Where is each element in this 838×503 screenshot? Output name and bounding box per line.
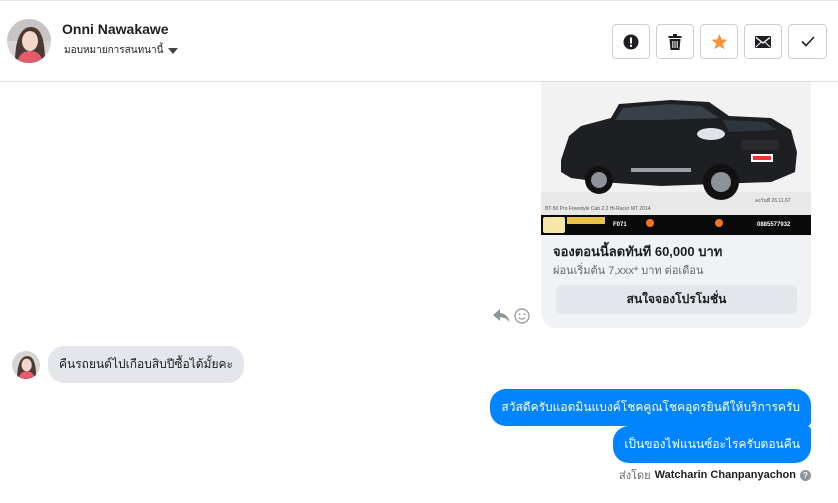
mark-spam-button[interactable] xyxy=(612,24,650,59)
promo-card: BT-50 Pro Freestyle Cab 2.2 Hi-Racer MT … xyxy=(541,82,811,328)
outgoing-message-bubble[interactable]: สวัสดีครับแอดมินแบงค์โชคคูณโชคอุดรยินดีใ… xyxy=(490,389,811,426)
reply-icon[interactable] xyxy=(493,309,510,323)
assign-label: มอบหมายการสนทนานี้ xyxy=(64,45,164,56)
contact-avatar[interactable] xyxy=(7,19,51,63)
exclamation-circle-icon xyxy=(623,34,639,49)
image-code: F071 xyxy=(613,222,627,228)
conversation-actions xyxy=(612,24,827,59)
promo-image[interactable]: BT-50 Pro Freestyle Cab 2.2 Hi-Racer MT … xyxy=(541,82,811,235)
message-tools xyxy=(493,308,530,324)
delete-button[interactable] xyxy=(656,24,694,59)
react-emoji-icon[interactable] xyxy=(514,308,530,324)
promo-subtitle: ผ่อนเริ่มต้น 7,xxx* บาท ต่อเดือน xyxy=(553,265,704,277)
message-thread: BT-50 Pro Freestyle Cab 2.2 Hi-Racer MT … xyxy=(0,82,838,503)
image-caption-left: BT-50 Pro Freestyle Cab 2.2 Hi-Racer MT … xyxy=(545,206,651,212)
promo-title: จองตอนนี้ลดทันที 60,000 บาท xyxy=(553,244,723,259)
sent-by-line: ส่งโดย Watcharin Chanpanyachon ? xyxy=(619,466,811,484)
envelope-icon xyxy=(755,35,771,48)
star-icon xyxy=(711,33,727,49)
assign-conversation-dropdown[interactable]: มอบหมายการสนทนานี้ xyxy=(64,43,179,58)
contact-name: Onni Nawakawe xyxy=(62,21,169,37)
star-button[interactable] xyxy=(700,24,738,59)
sender-avatar[interactable] xyxy=(12,350,40,379)
outgoing-message-bubble[interactable]: เป็นของไฟแนนซ์อะไรครับตอนคืน xyxy=(613,426,811,463)
mark-done-button[interactable] xyxy=(788,24,827,59)
check-icon xyxy=(800,36,815,47)
conversation-header: Onni Nawakawe มอบหมายการสนทนานี้ xyxy=(0,0,838,82)
mark-unread-button[interactable] xyxy=(744,24,782,59)
help-icon[interactable]: ? xyxy=(800,469,811,481)
promo-reserve-button[interactable]: สนใจจองโปรโมชั่น xyxy=(556,285,797,314)
trash-icon xyxy=(668,33,682,50)
caret-down-icon xyxy=(168,47,179,54)
image-date: ลงวันที่ 26.11.67 xyxy=(755,198,791,204)
image-phone: 0885577932 xyxy=(757,222,791,228)
incoming-message-bubble[interactable]: คืนรถยนต์ไปเกือบสิบปีซื้อได้มั้ยคะ xyxy=(48,346,244,383)
incoming-message-row: คืนรถยนต์ไปเกือบสิบปีซื้อได้มั้ยคะ xyxy=(12,346,244,383)
sent-by-label: ส่งโดย xyxy=(619,470,651,482)
sender-name: Watcharin Chanpanyachon xyxy=(654,469,796,481)
